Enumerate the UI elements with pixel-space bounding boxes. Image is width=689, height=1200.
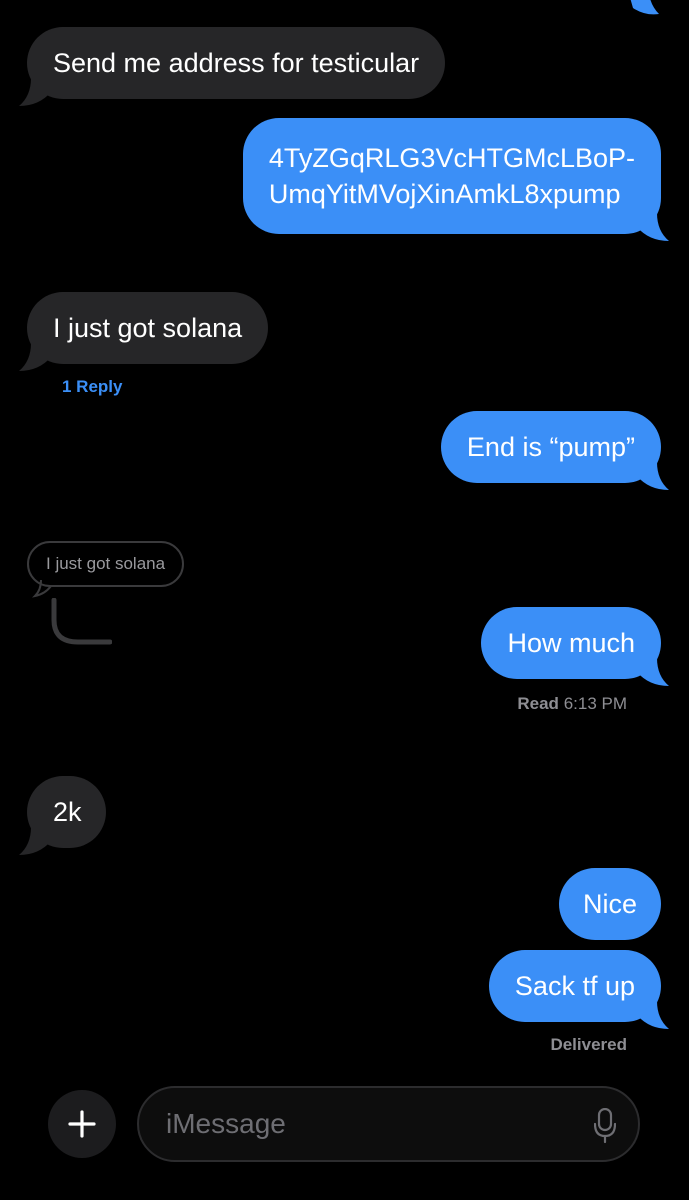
outgoing-message[interactable]: End is “pump” [440,411,669,490]
replies-link[interactable]: 1 Reply [62,377,122,397]
microphone-icon[interactable] [594,1108,616,1144]
quoted-bubble-tail [31,579,52,598]
message-text: Nice [582,889,637,919]
delivery-status: Delivered [550,1035,627,1054]
incoming-message[interactable]: Send me address for testicular [19,27,446,106]
bubble-tail [19,343,51,371]
read-receipt: Read 6:13 PM [517,694,627,714]
message-input[interactable]: iMessage [137,1086,640,1162]
bubble-tail [637,213,669,241]
incoming-message[interactable]: I just got solana [19,292,269,371]
bubble-tail [637,1001,669,1029]
message-text: I just got solana [53,313,243,343]
outgoing-message[interactable]: How much [481,607,669,686]
outgoing-message[interactable]: Sack tf up [488,950,669,1029]
add-attachment-button[interactable] [48,1090,116,1158]
message-text: End is “pump” [466,432,635,462]
previous-message-tail [630,0,659,15]
message-text-line-2: UmqYitMVojXinAmkL8xpump [268,179,621,209]
message-text: How much [507,628,635,658]
bubble-tail [637,658,669,686]
bubble-tail [19,827,51,855]
bubble-tail [19,78,51,106]
outgoing-message[interactable]: Nice [558,868,661,940]
message-text: Send me address for testicular [53,48,420,78]
read-label: Read [517,694,559,713]
read-time: 6:13 PM [563,694,627,713]
incoming-message[interactable]: 2k [19,776,106,855]
message-text: Sack tf up [514,971,635,1001]
message-text: 2k [53,797,82,827]
bubble-tail [637,462,669,490]
reply-thread-line [51,598,112,645]
outgoing-message[interactable]: 4TyZGqRLG3VcHTGMcLBoP- UmqYitMVojXinAmkL… [242,118,669,241]
message-text-line-1: 4TyZGqRLG3VcHTGMcLBoP- [268,143,635,173]
message-input-placeholder: iMessage [166,1108,286,1139]
plus-icon [68,1110,96,1138]
